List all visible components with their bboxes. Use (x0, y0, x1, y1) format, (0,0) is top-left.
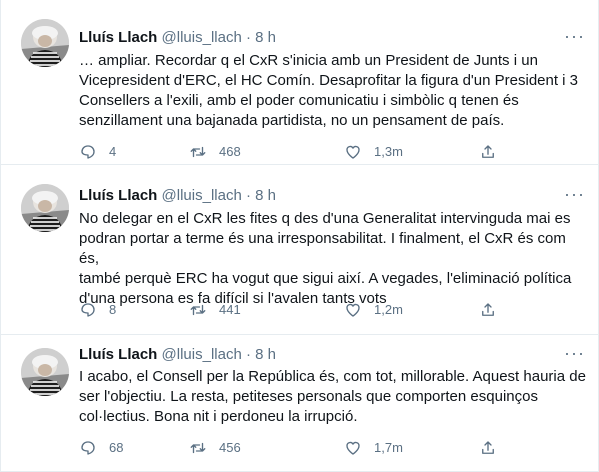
retweet-button[interactable]: 456 (189, 438, 241, 458)
retweet-icon (190, 146, 206, 158)
tweet-text-line: Consellers a l'exili, amb el poder comun… (79, 92, 519, 109)
tweet-header: Lluís Llach @lluis_llach · 8 h (79, 186, 276, 206)
tweet-text-line: I acabo, el Consell per la República és,… (79, 368, 586, 385)
author-handle[interactable]: @lluis_llach (162, 346, 242, 363)
heart-icon (346, 441, 360, 455)
tweet-1[interactable]: Lluís Llach @lluis_llach · 8 h ··· … amp… (1, 0, 598, 165)
reply-button[interactable]: 68 (79, 438, 123, 458)
author-handle[interactable]: @lluis_llach (162, 29, 242, 46)
reply-icon (81, 303, 95, 317)
tweet-actions: 68 456 1,7m (79, 438, 559, 458)
avatar-image (21, 348, 69, 396)
tweet-text: … ampliar. Recordar q el CxR s'inicia am… (79, 51, 589, 131)
more-options-icon[interactable]: ··· (564, 344, 584, 366)
author-name[interactable]: Lluís Llach (79, 346, 157, 363)
share-icon (482, 303, 494, 316)
tweet-text-line: No delegar en el CxR les fites q des d'u… (79, 210, 571, 227)
tweet-timestamp[interactable]: 8 h (255, 29, 276, 46)
separator-dot: · (245, 346, 251, 363)
more-options-icon[interactable]: ··· (564, 27, 584, 49)
retweet-count: 468 (219, 144, 241, 159)
reply-button[interactable]: 8 (79, 300, 116, 320)
tweet-text-line: col·lectius. Bona nit i perdoneu la irru… (79, 408, 358, 425)
tweet-timestamp[interactable]: 8 h (255, 187, 276, 204)
heart-icon (346, 145, 360, 159)
retweet-count: 456 (219, 440, 241, 455)
retweet-icon (190, 304, 206, 316)
avatar-image (21, 184, 69, 232)
retweet-button[interactable]: 441 (189, 300, 241, 320)
tweet-thread: Lluís Llach @lluis_llach · 8 h ··· … amp… (0, 0, 599, 472)
tweet-header: Lluís Llach @lluis_llach · 8 h (79, 345, 276, 365)
heart-icon (346, 303, 360, 317)
share-button[interactable] (479, 300, 509, 320)
tweet-header: Lluís Llach @lluis_llach · 8 h (79, 28, 276, 48)
separator-dot: · (245, 187, 251, 204)
avatar[interactable] (21, 19, 69, 67)
author-name[interactable]: Lluís Llach (79, 29, 157, 46)
reply-count: 4 (109, 144, 117, 159)
tweet-text-line: senzillament una bajanada partidista, no… (79, 112, 505, 129)
tweet-text-line: podran portar a terme és una irresponsab… (79, 230, 566, 267)
tweet-text: I acabo, el Consell per la República és,… (79, 367, 589, 427)
more-options-icon[interactable]: ··· (564, 185, 584, 207)
share-icon (482, 441, 494, 454)
tweet-2[interactable]: Lluís Llach @lluis_llach · 8 h ··· No de… (1, 164, 598, 335)
reply-count: 68 (109, 440, 124, 455)
tweet-text-line: també perquè ERC ha vogut que sigui així… (79, 270, 572, 287)
tweet-actions: 4 468 1,3m (79, 142, 559, 162)
like-button[interactable]: 1,2m (344, 300, 403, 320)
tweet-text-line: ser l'objectiu. La resta, petiteses pers… (79, 388, 538, 405)
like-count: 1,2m (374, 302, 403, 317)
like-count: 1,3m (374, 144, 403, 159)
tweet-actions: 8 441 1,2m (79, 300, 559, 320)
tweet-text-line: Vicepresident d'ERC, el HC Comín. Desapr… (79, 72, 579, 89)
like-button[interactable]: 1,7m (344, 438, 403, 458)
share-button[interactable] (479, 142, 509, 162)
share-icon (482, 145, 494, 158)
tweet-text-line: … ampliar. Recordar q el CxR s'inicia am… (79, 52, 538, 69)
tweet-text: No delegar en el CxR les fites q des d'u… (79, 209, 589, 309)
retweet-icon (190, 442, 206, 454)
separator-dot: · (245, 29, 251, 46)
share-button[interactable] (479, 438, 509, 458)
like-button[interactable]: 1,3m (344, 142, 403, 162)
reply-icon (81, 441, 95, 455)
author-name[interactable]: Lluís Llach (79, 187, 157, 204)
retweet-button[interactable]: 468 (189, 142, 241, 162)
retweet-count: 441 (219, 302, 241, 317)
like-count: 1,7m (374, 440, 403, 455)
avatar-image (21, 19, 69, 67)
tweet-timestamp[interactable]: 8 h (255, 346, 276, 363)
tweet-3[interactable]: Lluís Llach @lluis_llach · 8 h ··· I aca… (1, 334, 598, 472)
avatar[interactable] (21, 184, 69, 232)
author-handle[interactable]: @lluis_llach (162, 187, 242, 204)
reply-icon (81, 145, 95, 159)
reply-button[interactable]: 4 (79, 142, 116, 162)
avatar[interactable] (21, 348, 69, 396)
reply-count: 8 (109, 302, 117, 317)
